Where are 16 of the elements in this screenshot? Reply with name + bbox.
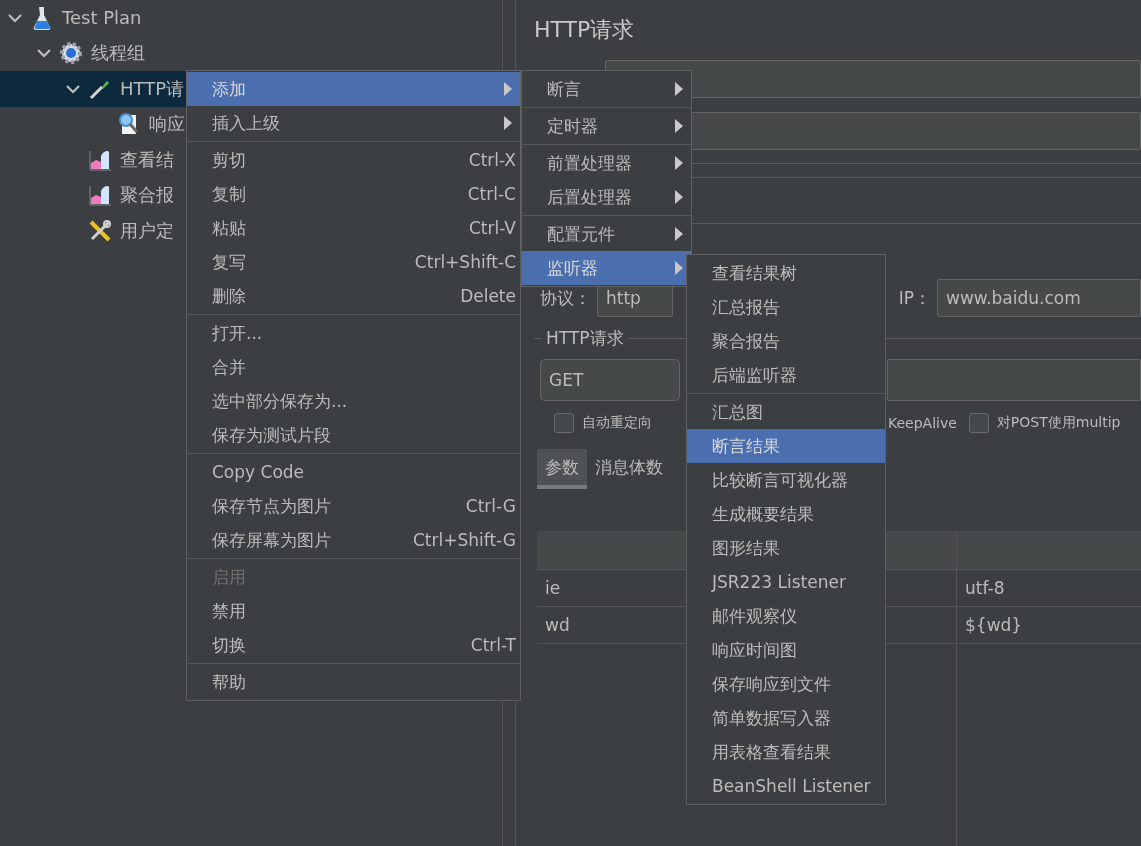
tree-label: HTTP请 — [120, 76, 185, 101]
field-label: 协议： — [540, 286, 591, 310]
checkbox-label: KeepAlive — [888, 415, 957, 431]
checkbox-label: 对POST使用multip — [996, 414, 1121, 432]
panel-title: HTTP请求 — [534, 16, 636, 44]
tree-label: 响应 — [149, 112, 185, 137]
checkbox-label: 自动重定向 — [582, 414, 652, 432]
group-title: HTTP请求 — [542, 327, 628, 350]
tree-label: 用户定 — [120, 218, 174, 243]
tree-label: 线程组 — [91, 41, 145, 66]
table-cell-text: ${wd} — [964, 614, 1024, 637]
tree-label: Test Plan — [62, 7, 142, 29]
tree-label: 聚合报 — [120, 183, 174, 208]
field-label: IP： — [898, 286, 931, 310]
table-cell-text: utf-8 — [964, 577, 1006, 600]
tree-label: 查看结 — [120, 147, 174, 172]
